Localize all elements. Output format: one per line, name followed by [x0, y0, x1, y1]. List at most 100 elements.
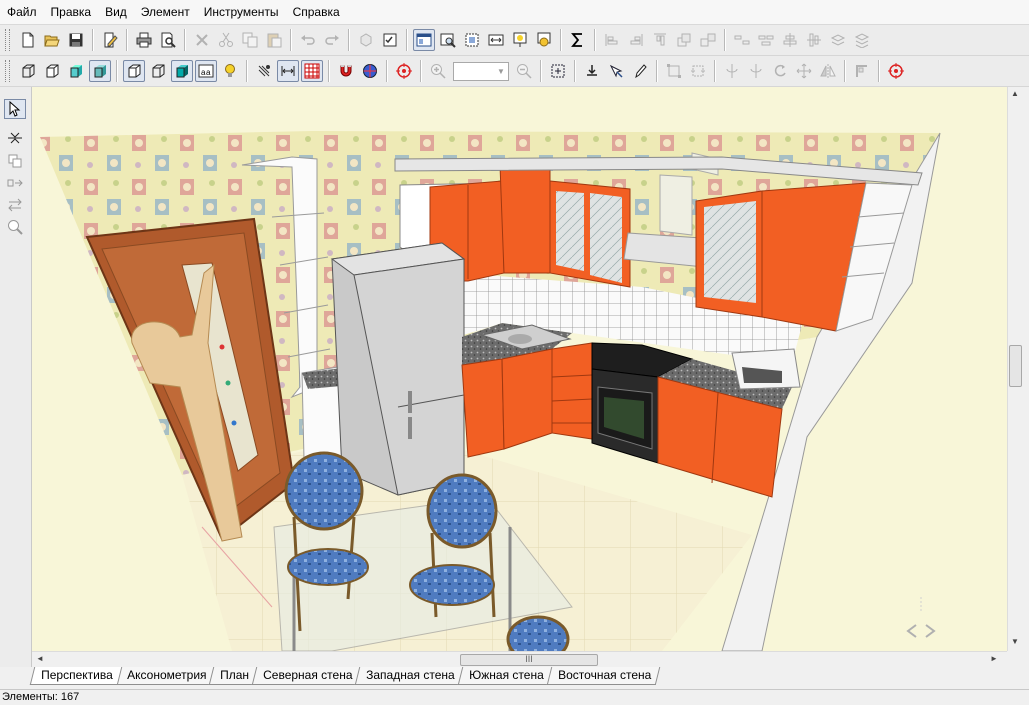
center-h-button[interactable] [779, 29, 801, 51]
menu-help[interactable]: Справка [286, 0, 347, 24]
view-hidden-lines-button[interactable] [41, 60, 63, 82]
scroll-down-icon[interactable]: ▼ [1011, 637, 1019, 646]
tab-west-wall[interactable]: Западная стена [355, 667, 465, 685]
sum-button[interactable] [567, 29, 589, 51]
print-preview-button[interactable] [157, 29, 179, 51]
resize-frame-button[interactable] [663, 60, 685, 82]
globe-button[interactable] [359, 60, 381, 82]
menu-element[interactable]: Элемент [134, 0, 197, 24]
rotate-obj-button[interactable] [827, 29, 849, 51]
magnet-button[interactable] [335, 60, 357, 82]
view-color-button[interactable] [171, 60, 193, 82]
cut-button[interactable] [215, 29, 237, 51]
view-solid-button[interactable] [147, 60, 169, 82]
move-cursor-icon [609, 64, 623, 78]
toolbar-grip[interactable] [5, 29, 10, 51]
price-button[interactable] [533, 29, 555, 51]
snap-corner-button[interactable] [851, 60, 873, 82]
align-left-button[interactable] [601, 29, 623, 51]
align-right-icon [630, 34, 643, 46]
toolbar-grip[interactable] [5, 60, 10, 82]
dimensions-button[interactable] [461, 29, 483, 51]
measure-button[interactable] [485, 29, 507, 51]
zoom-in-button[interactable] [427, 60, 449, 82]
group-button[interactable] [673, 29, 695, 51]
select-tool-button[interactable] [4, 99, 26, 119]
paste-button[interactable] [263, 29, 285, 51]
undo-button[interactable] [297, 29, 319, 51]
lighting-button[interactable] [219, 60, 241, 82]
tab-south-wall[interactable]: Южная стена [457, 667, 553, 685]
zoom-tool-button[interactable] [4, 217, 26, 237]
horizontal-scroll-thumb[interactable]: III [460, 654, 598, 666]
move-cross-button[interactable] [793, 60, 815, 82]
properties-button[interactable] [99, 29, 121, 51]
menu-edit[interactable]: Правка [44, 0, 99, 24]
zoom-level-select[interactable]: ▼ [453, 61, 509, 81]
show-dimensions-button[interactable] [277, 60, 299, 82]
ungroup-button[interactable] [697, 29, 719, 51]
horizontal-scrollbar[interactable]: ◄ III ► [32, 651, 1007, 667]
distribute-v-button[interactable] [755, 29, 777, 51]
tab-north-wall[interactable]: Северная стена [251, 667, 362, 685]
show-grid-button[interactable] [301, 60, 323, 82]
zoom-extents-button[interactable] [547, 60, 569, 82]
wall-tool-button[interactable] [4, 128, 26, 148]
catalog-view-button[interactable] [413, 29, 435, 51]
group-icon [677, 33, 691, 47]
copy-button[interactable] [239, 29, 261, 51]
copy-object-tool-button[interactable] [4, 151, 26, 171]
vertical-scroll-thumb[interactable] [1009, 345, 1022, 387]
tab-east-wall[interactable]: Восточная стена [546, 667, 661, 685]
rotate-button[interactable] [769, 60, 791, 82]
mirror-obj-button[interactable] [851, 29, 873, 51]
save-button[interactable] [65, 29, 87, 51]
view-textured-button[interactable] [89, 60, 111, 82]
target-button[interactable] [393, 60, 415, 82]
view-outline-button[interactable] [123, 60, 145, 82]
rotate-y-button[interactable] [721, 60, 743, 82]
pencil-button[interactable] [629, 60, 651, 82]
corner-snap-icon [856, 65, 867, 77]
lamp-button[interactable] [509, 29, 531, 51]
swap-tool-button[interactable] [4, 195, 26, 215]
checklist-button[interactable] [379, 29, 401, 51]
move-element-button[interactable] [605, 60, 627, 82]
scale-button[interactable] [687, 60, 709, 82]
print-button[interactable] [133, 29, 155, 51]
scroll-up-icon[interactable]: ▲ [1011, 89, 1019, 98]
view-shaded-button[interactable] [65, 60, 87, 82]
vertical-scrollbar[interactable]: ▲ ▼ [1007, 87, 1022, 651]
mirror-button[interactable] [817, 60, 839, 82]
delete-button[interactable] [191, 29, 213, 51]
tab-plan[interactable]: План [208, 667, 259, 685]
center-view-button[interactable] [885, 60, 907, 82]
open-file-button[interactable] [41, 29, 63, 51]
zoom-window-button[interactable] [437, 29, 459, 51]
scroll-left-icon[interactable]: ◄ [36, 654, 44, 663]
3d-viewport[interactable] [32, 87, 1007, 651]
menu-file[interactable]: Файл [0, 0, 44, 24]
align-top-button[interactable] [649, 29, 671, 51]
align-right-button[interactable] [625, 29, 647, 51]
tab-axonometry[interactable]: Аксонометрия [115, 667, 216, 685]
scroll-right-icon[interactable]: ► [990, 654, 998, 663]
tab-perspective[interactable]: Перспектива [29, 667, 122, 685]
new-file-button[interactable] [17, 29, 39, 51]
distribute-h-button[interactable] [731, 29, 753, 51]
view-wireframe-button[interactable] [17, 60, 39, 82]
object-settings-button[interactable] [355, 29, 377, 51]
insert-element-button[interactable] [581, 60, 603, 82]
text-labels-button[interactable]: aa [195, 60, 217, 82]
move-h-tool-button[interactable] [4, 173, 26, 193]
rotate-x-button[interactable] [745, 60, 767, 82]
status-bar: Элементы: 167 [0, 689, 1029, 705]
menu-tools[interactable]: Инструменты [197, 0, 286, 24]
magnet-snap-button[interactable] [253, 60, 275, 82]
lightbulb-icon [225, 64, 235, 77]
menu-view[interactable]: Вид [98, 0, 134, 24]
redo-button[interactable] [321, 29, 343, 51]
dimension-grid-icon [465, 33, 479, 47]
center-v-button[interactable] [803, 29, 825, 51]
zoom-out-button[interactable] [513, 60, 535, 82]
